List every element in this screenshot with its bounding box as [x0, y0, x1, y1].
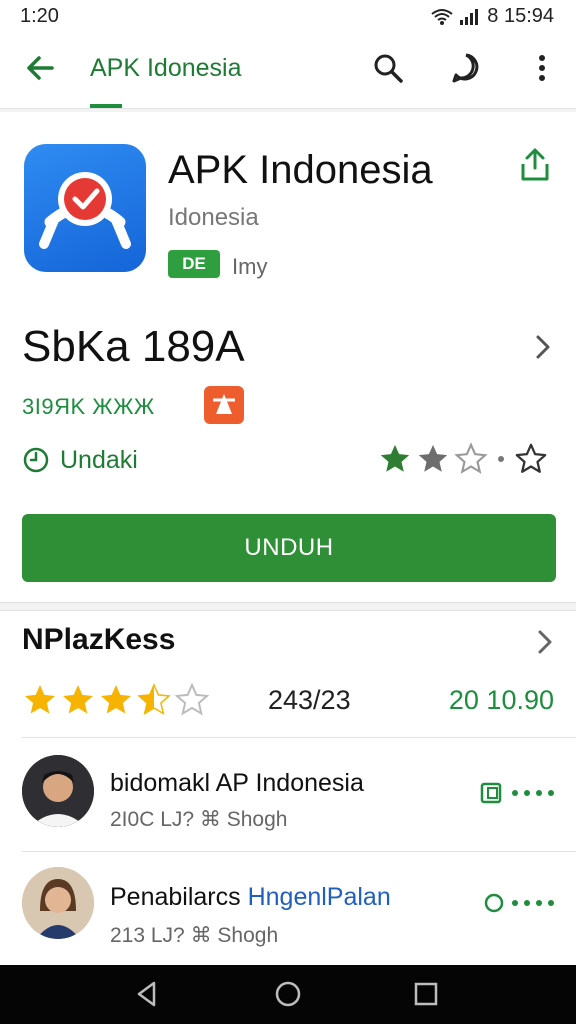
reviews-number: 20 10.90: [448, 685, 554, 715]
star-empty-icon: [454, 442, 488, 474]
more-vert-icon[interactable]: [524, 50, 560, 86]
chevron-right-icon[interactable]: [532, 332, 554, 362]
app-developer[interactable]: Idonesia: [168, 204, 259, 232]
app-tagline: 3I9ЯK ЖЖЖ: [22, 394, 155, 419]
status-right-text: 8 15:94: [487, 5, 554, 27]
app-logo-graphic: [39, 172, 131, 249]
star-half-icon: [137, 683, 171, 716]
app-logo: [24, 144, 146, 272]
star-filled-icon: [101, 685, 131, 714]
share-icon[interactable]: [516, 146, 554, 184]
title-underline: [90, 104, 122, 108]
more-dot: [536, 900, 542, 906]
more-dot: [524, 790, 530, 796]
app-bar-title: APK Idonesia: [90, 54, 242, 82]
star-filled-icon: [380, 444, 410, 472]
more-dot: [524, 900, 530, 906]
circle-icon[interactable]: [482, 891, 506, 915]
back-triangle-icon[interactable]: [132, 979, 162, 1009]
review-actions[interactable]: [480, 781, 554, 805]
divider: [22, 737, 576, 738]
back-arrow-icon[interactable]: [22, 50, 58, 86]
status-bar: 1:20 8 15:94: [0, 0, 576, 32]
reviewer-name: bidomakl AP Indonesia: [110, 769, 364, 797]
rating-separator-dot: [498, 456, 504, 462]
star-filled-icon: [25, 685, 55, 714]
reviews-card: NPlazKess 243/23 20 10.90 bidomakl AP In…: [0, 610, 576, 966]
status-time: 1:20: [20, 5, 59, 27]
app-rating: [378, 442, 548, 476]
status-icons: 8 15:94: [431, 5, 554, 28]
content-badge: DE: [168, 250, 220, 278]
chat-bubble-icon[interactable]: [448, 50, 484, 86]
review-actions[interactable]: [482, 891, 554, 915]
badge-text: Imy: [232, 254, 268, 279]
avatar-person-icon: [22, 867, 94, 939]
reviewer-name-part: Penabilarcs: [110, 883, 248, 911]
divider: [22, 851, 576, 852]
more-dot: [548, 790, 554, 796]
chevron-right-icon[interactable]: [534, 627, 556, 657]
reviews-title: NPlazKess: [22, 623, 176, 656]
reviews-count: 243/23: [268, 685, 351, 715]
review-meta: 2I0C LJ? ⌘ Shogh: [110, 808, 288, 831]
more-dot: [512, 900, 518, 906]
clock-icon: [23, 447, 49, 473]
avatar[interactable]: [22, 867, 94, 939]
more-dot: [548, 900, 554, 906]
star-empty-icon: [174, 682, 210, 716]
review-meta: 213 LJ? ⌘ Shogh: [110, 924, 279, 947]
update-label: Undaki: [60, 446, 138, 474]
star-filled-icon: [63, 685, 93, 714]
app-details-card: APK Indonesia Idonesia DE Imy SbKa 189A …: [0, 112, 576, 603]
reviewer-name-link[interactable]: HngenlPalan: [248, 883, 391, 911]
search-icon[interactable]: [370, 50, 406, 86]
award-icon: [213, 394, 235, 414]
wishlist-icon[interactable]: [514, 442, 548, 476]
home-circle-icon[interactable]: [273, 979, 303, 1009]
app-name: APK Indonesia: [168, 148, 433, 192]
star-filled-icon: [418, 444, 448, 472]
wifi-icon: [431, 8, 453, 25]
app-version: SbKa 189A: [22, 322, 245, 371]
avatar-person-icon: [22, 755, 94, 827]
app-bar: APK Idonesia: [0, 32, 576, 109]
recents-square-icon[interactable]: [411, 979, 441, 1009]
more-dot: [512, 790, 518, 796]
editor-choice-badge: [204, 386, 244, 424]
avatar[interactable]: [22, 755, 94, 827]
reviewer-name: Penabilarcs HngenlPalan: [110, 883, 391, 912]
system-nav-bar: [0, 965, 576, 1024]
reviews-rating: [22, 681, 210, 719]
download-button[interactable]: UNDUH: [22, 514, 556, 582]
signal-icon: [460, 8, 479, 25]
more-dot: [536, 790, 542, 796]
rating-badge-icon[interactable]: [480, 781, 506, 805]
